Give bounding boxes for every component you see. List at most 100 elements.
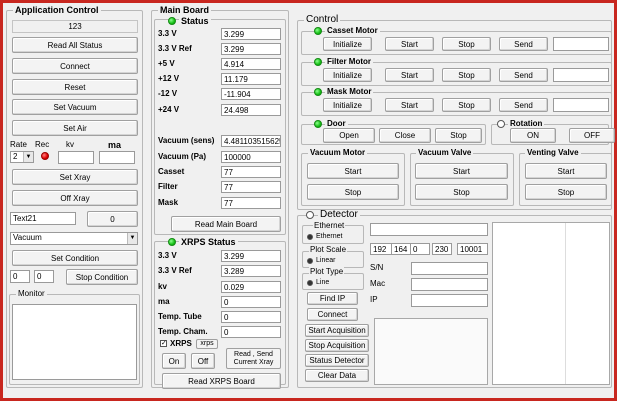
monitor-textarea[interactable] [12,304,137,380]
door-open-button[interactable]: Open [323,128,375,143]
application-control-title: Application Control [13,4,101,16]
rec-label: Rec [35,140,50,149]
monitor-title: Monitor [16,288,47,300]
vacuum-row-value: 77 [221,197,281,209]
vacuum-row-value: 77 [221,166,281,178]
rate-select[interactable]: 2 ▼ [10,151,34,163]
read-all-status-button[interactable]: Read All Status [12,37,138,53]
stop-acquisition-button[interactable]: Stop Acquisition [305,339,369,352]
xrps-checkbox[interactable]: ✓ [160,340,167,347]
condition-b-input[interactable]: 0 [34,270,54,283]
plot-scale-option-label: Linear [316,257,336,264]
venting-valve-title: Venting Valve [525,148,581,158]
plot-scale-linear-radio[interactable] [307,258,313,264]
kv-input[interactable] [58,151,94,164]
detector-connect-button[interactable]: Connect [307,308,358,321]
detector-top-input[interactable] [370,223,488,236]
status-detector-button[interactable]: Status Detector [305,354,369,367]
status-row-value: 3.299 [221,28,281,40]
xrps-checkbox-label: XRPS [170,339,192,348]
sn-label: S/N [370,263,384,272]
condition-a-input[interactable]: 0 [10,270,30,283]
ip-input[interactable] [411,294,488,307]
mask-send-input[interactable] [553,98,609,112]
filter-send-button[interactable]: Send [499,68,548,82]
casset-send-input[interactable] [553,37,609,51]
casset-initialize-button[interactable]: Initialize [323,37,372,51]
ip-field-4[interactable]: 230 [432,243,452,255]
mask-stop-button[interactable]: Stop [442,98,491,112]
mask-motor-indicator-icon [314,88,322,96]
detector-radio[interactable] [306,211,314,219]
read-main-board-button[interactable]: Read Main Board [171,216,281,232]
mode-select-value: Vacuum [13,233,42,242]
status-row-value: -11.904 [221,88,281,100]
xrps-row-label: Temp. Tube [158,312,202,321]
vacuum-motor-start-button[interactable]: Start [307,163,399,179]
set-condition-button[interactable]: Set Condition [12,250,138,266]
ip-field-1[interactable]: 192 [370,243,393,255]
set-air-button[interactable]: Set Air [12,120,138,136]
vacuum-motor-stop-button[interactable]: Stop [307,184,399,200]
rotation-on-button[interactable]: ON [510,128,556,143]
plot-type-line-radio[interactable] [307,280,313,286]
sn-input[interactable] [411,262,488,275]
vacuum-row-value: 77 [221,181,281,193]
ethernet-label: Ethernet [313,221,346,231]
read-xrps-board-button[interactable]: Read XRPS Board [162,373,281,389]
reset-button[interactable]: Reset [12,79,138,95]
mask-initialize-button[interactable]: Initialize [323,98,372,112]
clear-data-button[interactable]: Clear Data [305,369,369,382]
ip-field-2[interactable]: 164 [391,243,411,255]
venting-valve-start-button[interactable]: Start [525,163,607,179]
rotation-radio[interactable] [497,120,505,128]
filter-initialize-button[interactable]: Initialize [323,68,372,82]
connect-button[interactable]: Connect [12,58,138,74]
xrps-row-value: 3.289 [221,265,281,277]
set-vacuum-button[interactable]: Set Vacuum [12,99,138,115]
zero-button[interactable]: 0 [87,211,138,227]
stop-condition-button[interactable]: Stop Condition [66,269,138,285]
filter-start-button[interactable]: Start [385,68,434,82]
mac-input[interactable] [411,278,488,291]
vacuum-row-label: Vacuum (Pa) [158,152,207,161]
ip-field-5[interactable]: 10001 [457,243,488,255]
filter-stop-button[interactable]: Stop [442,68,491,82]
xrps-status-indicator-icon [168,238,176,246]
chevron-down-icon: ▼ [127,233,137,244]
ip-field-3[interactable]: 0 [410,243,430,255]
xrps-status-title: XRPS Status [179,237,238,247]
casset-start-button[interactable]: Start [385,37,434,51]
casset-send-button[interactable]: Send [499,37,548,51]
read-send-current-xray-button[interactable]: Read , Send Current Xray [226,348,281,369]
find-ip-button[interactable]: Find IP [307,292,358,305]
detector-title: Detector [318,209,360,220]
vacuum-valve-start-button[interactable]: Start [415,163,508,179]
status-row-label: +24 V [158,105,180,114]
casset-motor-indicator-icon [314,27,322,35]
mask-send-button[interactable]: Send [499,98,548,112]
filter-send-input[interactable] [553,68,609,82]
mode-select[interactable]: Vacuum ▼ [10,232,138,245]
chevron-down-icon: ▼ [23,152,33,162]
ethernet-option-radio[interactable] [307,234,313,240]
casset-stop-button[interactable]: Stop [442,37,491,51]
text21-input[interactable]: Text21 [10,212,76,225]
main-window: Application Control 123 Read All Status … [3,3,615,398]
door-stop-button[interactable]: Stop [435,128,482,143]
xrps-small-button[interactable]: xrps [196,339,218,349]
vacuum-valve-stop-button[interactable]: Stop [415,184,508,200]
off-xray-button[interactable]: Off Xray [12,190,138,206]
door-close-button[interactable]: Close [379,128,431,143]
ma-input[interactable] [99,151,135,164]
status-row-label: +5 V [158,59,175,68]
mask-start-button[interactable]: Start [385,98,434,112]
on-button[interactable]: On [162,353,186,369]
venting-valve-stop-button[interactable]: Stop [525,184,607,200]
status-row-label: -12 V [158,89,178,98]
off-button[interactable]: Off [191,353,215,369]
status-title: Status [179,16,211,26]
set-xray-button[interactable]: Set Xray [12,169,138,185]
rotation-off-button[interactable]: OFF [569,128,615,143]
start-acquisition-button[interactable]: Start Acquisition [305,324,369,337]
